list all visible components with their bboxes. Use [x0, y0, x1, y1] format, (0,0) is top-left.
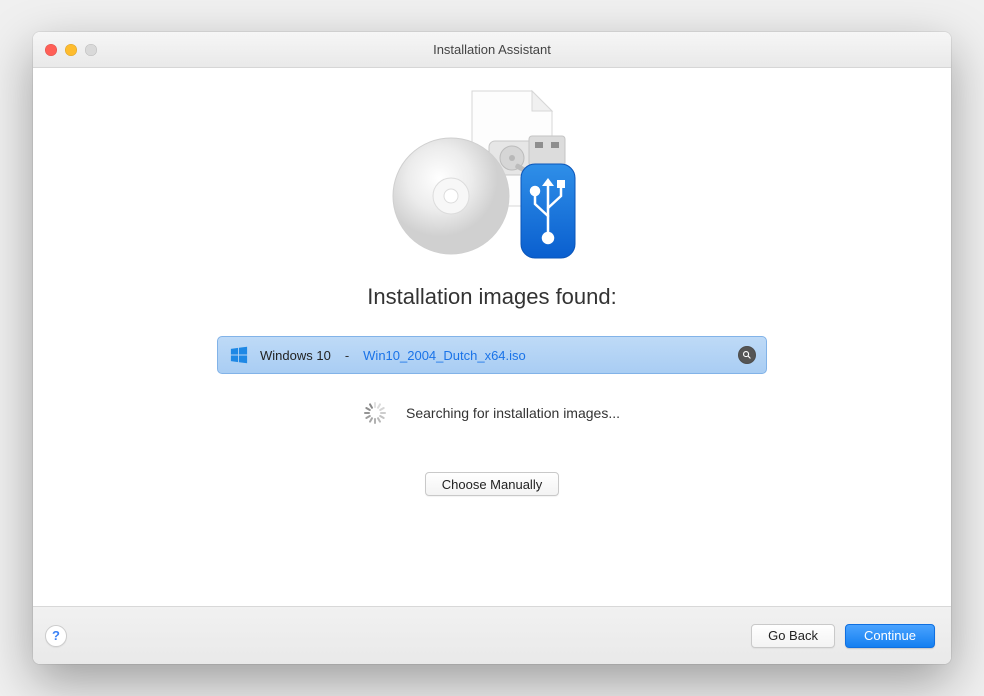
installation-image-row[interactable]: Windows 10 - Win10_2004_Dutch_x64.iso [217, 336, 767, 374]
installation-sources-illustration [377, 86, 607, 266]
spinner-icon [364, 402, 386, 424]
os-name-label: Windows 10 [260, 348, 331, 363]
separator: - [345, 348, 349, 363]
titlebar: Installation Assistant [33, 32, 951, 68]
heading-images-found: Installation images found: [367, 284, 617, 310]
choose-manually-button[interactable]: Choose Manually [425, 472, 559, 496]
close-button[interactable] [45, 44, 57, 56]
windows-icon [230, 346, 248, 364]
reveal-in-finder-button[interactable] [738, 346, 756, 364]
image-filename-link[interactable]: Win10_2004_Dutch_x64.iso [363, 348, 526, 363]
zoom-button[interactable] [85, 44, 97, 56]
go-back-button[interactable]: Go Back [751, 624, 835, 648]
content-area: Installation images found: Windows 10 - … [33, 68, 951, 606]
searching-status: Searching for installation images... [364, 402, 620, 424]
help-button[interactable]: ? [45, 625, 67, 647]
minimize-button[interactable] [65, 44, 77, 56]
window-title: Installation Assistant [433, 42, 551, 57]
help-icon: ? [52, 628, 60, 643]
installation-images-list: Windows 10 - Win10_2004_Dutch_x64.iso [217, 336, 767, 374]
footer: ? Go Back Continue [33, 606, 951, 664]
searching-label: Searching for installation images... [406, 405, 620, 421]
installation-assistant-window: Installation Assistant [33, 32, 951, 664]
window-controls [45, 44, 97, 56]
continue-button[interactable]: Continue [845, 624, 935, 648]
